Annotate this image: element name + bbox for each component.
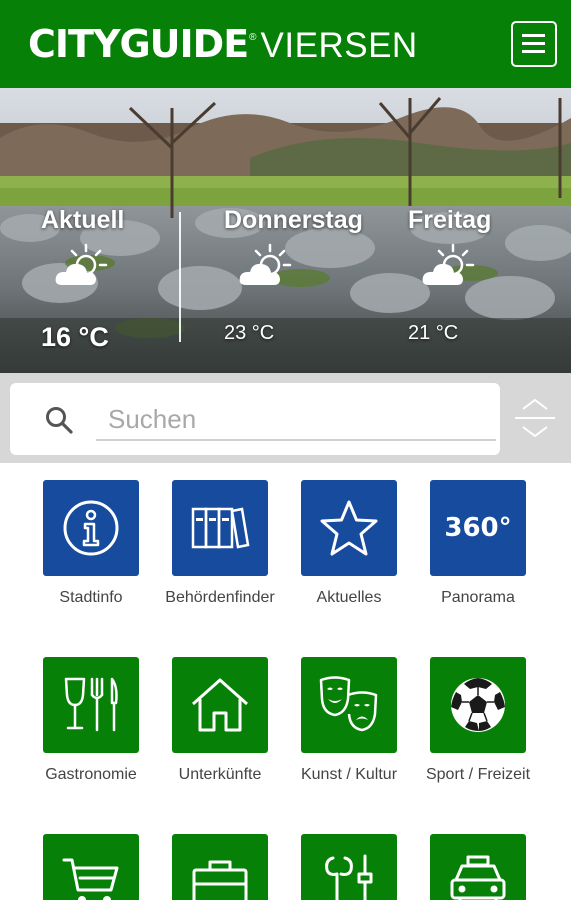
partly-cloudy-icon (55, 243, 108, 285)
weather-day-name: Aktuell (41, 206, 125, 234)
theater-masks-icon (319, 676, 378, 732)
weather-current-temp-wrap: 16 °C (41, 322, 109, 353)
search-icon[interactable] (44, 405, 74, 435)
tile-icon-box (43, 834, 139, 900)
search-input[interactable] (96, 399, 496, 441)
tile-icon-box (301, 657, 397, 753)
tile-unterkuenfte[interactable]: Unterkünfte (155, 657, 285, 784)
weather-day-temp: 23 °C (224, 322, 275, 344)
tile-mobility[interactable] (413, 834, 543, 900)
weather-friday-temp-wrap: 21 °C (408, 322, 458, 345)
hamburger-menu-button[interactable] (511, 21, 557, 67)
tile-icon-box (43, 480, 139, 576)
tile-label: Kunst / Kultur (300, 766, 398, 783)
weather-day-name: Freitag (408, 206, 492, 234)
tile-icon-box: 360° (430, 480, 526, 576)
tile-gastronomie[interactable]: Gastronomie (26, 657, 156, 784)
shopping-cart-icon (62, 858, 119, 900)
tile-label: Aktuelles (316, 589, 382, 606)
binders-icon (191, 507, 250, 549)
tile-label: Unterkünfte (178, 766, 262, 783)
tile-behoerdenfinder[interactable]: Behördenfinder (155, 480, 285, 607)
info-icon (63, 500, 119, 556)
weather-divider (179, 212, 181, 342)
weather-day-temp: 21 °C (408, 322, 459, 344)
tile-kunst-kultur[interactable]: Kunst / Kultur (284, 657, 414, 784)
soccer-ball-icon (451, 678, 505, 732)
search-bar (0, 373, 571, 463)
weather-thursday-temp-wrap: 23 °C (224, 322, 274, 345)
brand-registered-mark: ® (249, 32, 257, 43)
brand-logo[interactable]: CITYGUIDE ® VIERSEN (28, 22, 418, 66)
hamburger-menu-icon (522, 34, 545, 37)
brand-city-text: CITYGUIDE (28, 22, 249, 66)
tile-sport-freizeit[interactable]: Sport / Freizeit (413, 657, 543, 784)
brand-place-text: VIERSEN (260, 26, 418, 65)
app-header: CITYGUIDE ® VIERSEN (0, 0, 571, 88)
tile-aktuelles[interactable]: Aktuelles (284, 480, 414, 607)
tile-icon-box (43, 657, 139, 753)
tile-icon-box (172, 834, 268, 900)
briefcase-icon (192, 860, 248, 900)
tile-panorama[interactable]: 360° Panorama (413, 480, 543, 607)
tools-icon (325, 854, 373, 900)
weather-day-thursday: Donnerstag (224, 206, 363, 235)
weather-panel: Aktuell 16 °C Donnerstag 23 °C Freitag 2… (0, 88, 571, 373)
tile-label: Sport / Freizeit (425, 766, 531, 783)
tile-label: Panorama (441, 589, 515, 606)
tile-icon-box (172, 480, 268, 576)
tile-icon-box (430, 834, 526, 900)
car-icon (450, 855, 506, 900)
tile-stadtinfo[interactable]: Stadtinfo (26, 480, 156, 607)
weather-day-current: Aktuell (41, 206, 124, 235)
hamburger-menu-icon-line (522, 50, 545, 53)
partly-cloudy-icon (239, 243, 292, 285)
tile-icon-box (430, 657, 526, 753)
dining-icon (64, 677, 118, 732)
expand-collapse-toggle-icon[interactable] (511, 395, 559, 441)
tile-label: Gastronomie (45, 766, 137, 783)
weather-day-friday: Freitag (408, 206, 491, 235)
house-icon (192, 678, 248, 732)
search-box (10, 383, 500, 455)
hamburger-menu-icon-line (522, 42, 545, 45)
partly-cloudy-icon (422, 243, 475, 285)
360-icon: 360° (444, 513, 512, 543)
tile-icon-box (172, 657, 268, 753)
star-icon (320, 500, 378, 556)
tile-services[interactable] (284, 834, 414, 900)
tile-icon-box (301, 480, 397, 576)
tile-label: Stadtinfo (59, 589, 123, 606)
tile-business[interactable] (155, 834, 285, 900)
tile-label: Behördenfinder (165, 589, 275, 606)
weather-day-name: Donnerstag (224, 206, 363, 234)
tile-shopping[interactable] (26, 834, 156, 900)
weather-day-temp: 16 °C (41, 322, 109, 352)
tile-icon-box (301, 834, 397, 900)
